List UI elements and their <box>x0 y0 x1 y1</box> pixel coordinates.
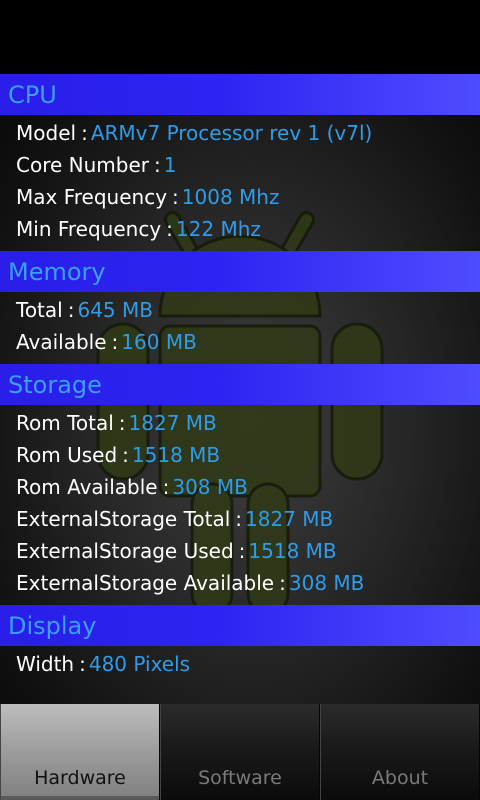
info-row: Core Number:1 <box>0 149 480 181</box>
info-label: Rom Used <box>16 443 118 467</box>
info-separator: : <box>238 539 246 563</box>
info-separator: : <box>235 507 243 531</box>
section-header-memory: Memory <box>0 251 480 292</box>
tab-hardware[interactable]: Hardware <box>0 704 160 800</box>
info-separator: : <box>279 571 286 595</box>
info-row: Min Frequency:122 Mhz <box>0 213 480 245</box>
info-separator: : <box>81 121 88 145</box>
info-label: Available <box>16 330 107 354</box>
info-value: 122 Mhz <box>175 217 261 241</box>
info-value: 1827 MB <box>245 507 334 531</box>
section-header-display: Display <box>0 605 480 646</box>
info-value: 160 MB <box>121 330 197 354</box>
info-row: Rom Used:1518 MB <box>0 439 480 471</box>
info-separator: : <box>118 411 126 435</box>
bottom-tab-bar: Hardware Software About <box>0 704 480 800</box>
section-header-storage: Storage <box>0 364 480 405</box>
info-label: Model <box>16 121 77 145</box>
tab-software[interactable]: Software <box>160 704 320 800</box>
info-label: Rom Total <box>16 411 114 435</box>
info-value: 1008 Mhz <box>181 185 280 209</box>
section-header-cpu: CPU <box>0 74 480 115</box>
tab-about[interactable]: About <box>320 704 480 800</box>
info-label: ExternalStorage Available <box>16 571 275 595</box>
info-separator: : <box>162 475 170 499</box>
info-row: ExternalStorage Available:308 MB <box>0 567 480 599</box>
info-row: Max Frequency:1008 Mhz <box>0 181 480 213</box>
info-label: Min Frequency <box>16 217 162 241</box>
info-row: Rom Available:308 MB <box>0 471 480 503</box>
info-label: ExternalStorage Total <box>16 507 231 531</box>
info-row: Total:645 MB <box>0 294 480 326</box>
info-value: 480 Pixels <box>88 652 191 676</box>
tab-software-label: Software <box>198 767 282 789</box>
info-label: Rom Available <box>16 475 158 499</box>
info-value: 645 MB <box>77 298 153 322</box>
info-value: 1 <box>163 153 177 177</box>
info-value: 1518 MB <box>248 539 337 563</box>
info-separator: : <box>166 217 173 241</box>
tab-about-label: About <box>371 767 429 789</box>
info-value: 308 MB <box>288 571 365 595</box>
info-row: Model: ARMv7 Processor rev 1 (v7l) <box>0 117 480 149</box>
tab-hardware-label: Hardware <box>34 767 126 789</box>
info-separator: : <box>79 652 86 676</box>
info-label: Core Number <box>16 153 149 177</box>
info-label: Total <box>16 298 63 322</box>
info-row: ExternalStorage Total:1827 MB <box>0 503 480 535</box>
info-label: Width <box>16 652 75 676</box>
info-separator: : <box>67 298 75 322</box>
info-row: Available:160 MB <box>0 326 480 358</box>
info-value: 1827 MB <box>128 411 217 435</box>
info-separator: : <box>154 153 161 177</box>
info-value: ARMv7 Processor rev 1 (v7l) <box>90 121 373 145</box>
info-value: 1518 MB <box>131 443 221 467</box>
hardware-info-list[interactable]: CPU Model: ARMv7 Processor rev 1 (v7l) Core… <box>0 74 480 706</box>
info-label: Max Frequency <box>16 185 168 209</box>
info-row: ExternalStorage Used:1518 MB <box>0 535 480 567</box>
info-value: 308 MB <box>172 475 248 499</box>
info-row: Width:480 Pixels <box>0 648 480 680</box>
info-separator: : <box>172 185 179 209</box>
info-row: Rom Total:1827 MB <box>0 407 480 439</box>
info-separator: : <box>111 330 119 354</box>
info-separator: : <box>122 443 129 467</box>
info-label: ExternalStorage Used <box>16 539 234 563</box>
